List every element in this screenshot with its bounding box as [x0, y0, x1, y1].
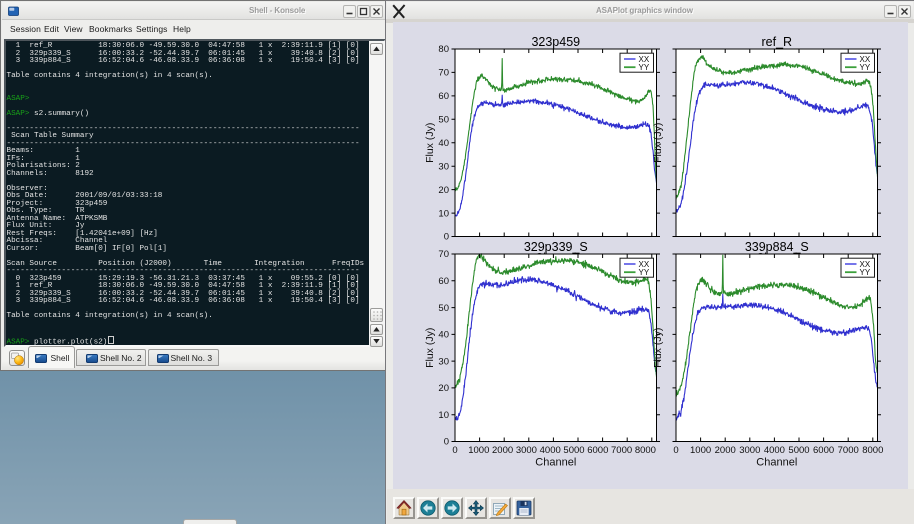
svg-text:10: 10	[438, 410, 449, 421]
svg-text:YY: YY	[639, 268, 650, 277]
svg-text:Channel: Channel	[535, 457, 576, 469]
svg-text:6000: 6000	[587, 445, 608, 456]
svg-text:0: 0	[444, 232, 449, 243]
svg-text:2000: 2000	[492, 445, 513, 456]
svg-text:70: 70	[438, 249, 449, 260]
svg-text:339p884_S: 339p884_S	[745, 240, 809, 254]
svg-text:4000: 4000	[540, 445, 561, 456]
svg-text:70: 70	[438, 68, 449, 79]
svg-text:7000: 7000	[611, 445, 632, 456]
svg-text:0: 0	[673, 445, 678, 456]
svg-text:40: 40	[438, 330, 449, 341]
svg-text:1000: 1000	[468, 445, 489, 456]
svg-text:2000: 2000	[715, 445, 736, 456]
svg-text:Flux (Jy): Flux (Jy)	[652, 123, 664, 163]
svg-text:10: 10	[438, 208, 449, 219]
svg-text:Flux (Jy): Flux (Jy)	[424, 123, 436, 163]
svg-text:YY: YY	[860, 268, 871, 277]
svg-text:Flux (Jy): Flux (Jy)	[424, 328, 436, 368]
svg-text:1000: 1000	[690, 445, 711, 456]
svg-text:80: 80	[438, 44, 449, 55]
svg-text:5000: 5000	[788, 445, 809, 456]
svg-text:30: 30	[438, 161, 449, 172]
svg-text:YY: YY	[639, 63, 650, 72]
svg-text:4000: 4000	[764, 445, 785, 456]
svg-text:329p339_S: 329p339_S	[524, 240, 588, 254]
svg-text:50: 50	[438, 115, 449, 126]
svg-text:3000: 3000	[739, 445, 760, 456]
svg-text:30: 30	[438, 356, 449, 367]
svg-text:5000: 5000	[563, 445, 584, 456]
svg-text:50: 50	[438, 303, 449, 314]
svg-text:323p459: 323p459	[531, 35, 580, 49]
svg-text:Channel: Channel	[756, 457, 797, 469]
svg-text:ref_R: ref_R	[762, 35, 793, 49]
svg-text:20: 20	[438, 185, 449, 196]
svg-text:40: 40	[438, 138, 449, 149]
svg-text:60: 60	[438, 91, 449, 102]
svg-text:3000: 3000	[516, 445, 537, 456]
svg-text:6000: 6000	[813, 445, 834, 456]
svg-text:60: 60	[438, 276, 449, 287]
svg-text:Flux (Jy): Flux (Jy)	[652, 328, 664, 368]
svg-text:8000: 8000	[862, 445, 883, 456]
svg-text:0: 0	[444, 437, 449, 448]
svg-text:0: 0	[452, 445, 457, 456]
svg-text:7000: 7000	[838, 445, 859, 456]
svg-text:20: 20	[438, 383, 449, 394]
svg-text:8000: 8000	[635, 445, 656, 456]
svg-text:YY: YY	[860, 63, 871, 72]
